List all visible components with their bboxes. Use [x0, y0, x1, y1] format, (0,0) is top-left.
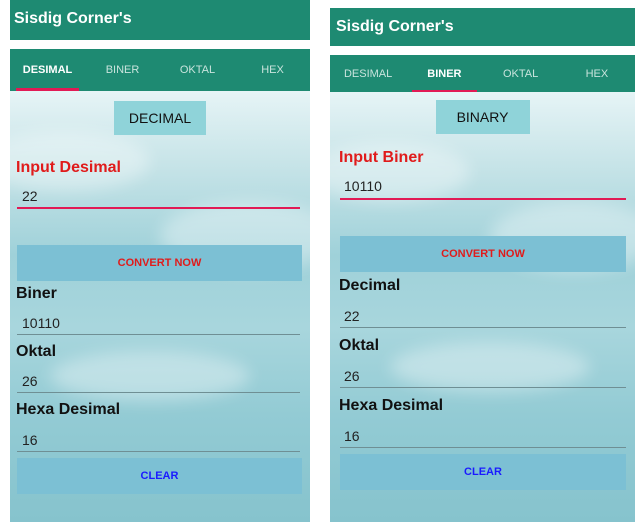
output-underline [17, 334, 300, 335]
output-underline [340, 447, 626, 448]
input-field[interactable]: 10110 [344, 178, 382, 194]
output-label-hexa: Hexa Desimal [339, 397, 444, 414]
clear-button[interactable]: CLEAR [17, 458, 302, 494]
input-label: Input Biner [339, 149, 424, 166]
input-label: Input Desimal [16, 159, 121, 176]
tab-hex[interactable]: HEX [235, 49, 310, 91]
input-underline [17, 207, 300, 209]
output-value-oktal: 26 [344, 368, 360, 384]
tab-oktal[interactable]: OKTAL [483, 55, 559, 92]
app-bar: Sisdig Corner's [10, 0, 310, 40]
output-label-oktal: Oktal [339, 337, 380, 354]
tab-bar: DESIMAL BINER OKTAL HEX [330, 55, 635, 92]
output-value-hexa: 16 [344, 428, 360, 444]
output-underline [17, 392, 300, 393]
output-value-hexa: 16 [22, 432, 38, 448]
converter-content: BINARY Input Biner 10110 CONVERT NOW Dec… [330, 92, 635, 522]
left-phone-screen: Sisdig Corner's DESIMAL BINER OKTAL HEX … [10, 0, 310, 522]
converter-content: DECIMAL Input Desimal 22 CONVERT NOW Bin… [10, 91, 310, 522]
background-cloud [390, 342, 590, 392]
background-cloud [50, 351, 250, 401]
app-title: Sisdig Corner's [336, 18, 454, 35]
tab-hex[interactable]: HEX [559, 55, 635, 92]
output-label-biner: Biner [16, 285, 57, 302]
input-underline [340, 198, 626, 200]
convert-now-button[interactable]: CONVERT NOW [340, 236, 626, 272]
tab-desimal[interactable]: DESIMAL [10, 49, 85, 91]
app-bar: Sisdig Corner's [330, 8, 635, 46]
clear-button[interactable]: CLEAR [340, 454, 626, 490]
output-label-decimal: Decimal [339, 277, 401, 294]
app-bar-gap [10, 40, 310, 49]
app-title: Sisdig Corner's [14, 10, 132, 27]
output-label-hexa: Hexa Desimal [16, 401, 121, 418]
input-field[interactable]: 22 [22, 188, 38, 204]
tab-biner[interactable]: BINER [406, 55, 482, 92]
output-value-biner: 10110 [22, 315, 60, 331]
output-underline [340, 387, 626, 388]
tab-desimal[interactable]: DESIMAL [330, 55, 406, 92]
tab-bar: DESIMAL BINER OKTAL HEX [10, 49, 310, 91]
output-underline [17, 451, 300, 452]
mode-badge: BINARY [435, 100, 530, 134]
output-underline [340, 327, 626, 328]
output-value-oktal: 26 [22, 373, 38, 389]
app-bar-gap [330, 46, 635, 55]
mode-badge: DECIMAL [114, 101, 206, 135]
tab-oktal[interactable]: OKTAL [160, 49, 235, 91]
tab-biner[interactable]: BINER [85, 49, 160, 91]
right-phone-screen: Sisdig Corner's DESIMAL BINER OKTAL HEX … [330, 0, 635, 522]
output-value-decimal: 22 [344, 308, 360, 324]
output-label-oktal: Oktal [16, 343, 57, 360]
convert-now-button[interactable]: CONVERT NOW [17, 245, 302, 281]
